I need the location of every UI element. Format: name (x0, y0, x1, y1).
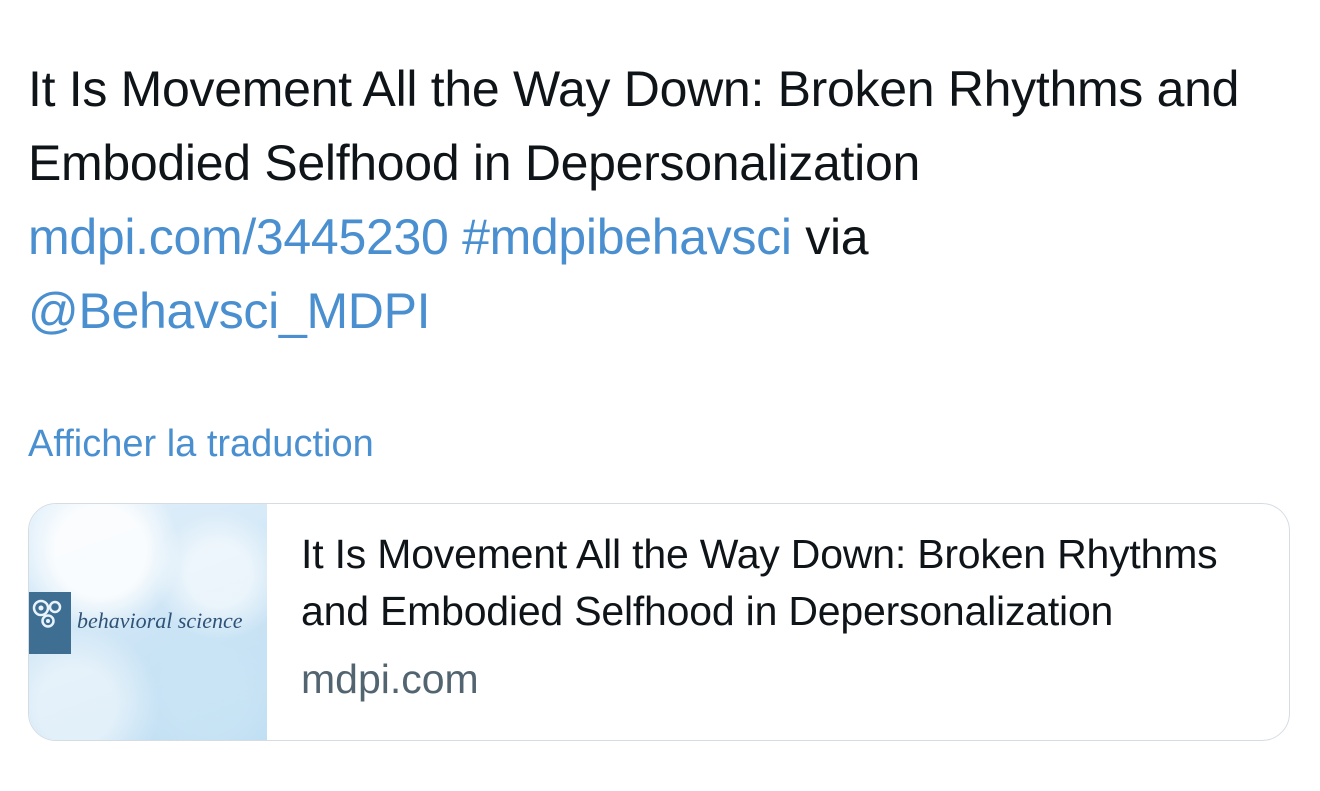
link-preview-domain: mdpi.com (301, 656, 479, 702)
journal-name: behavioral science (77, 608, 243, 633)
tweet-text: It Is Movement All the Way Down: Broken … (28, 52, 1288, 348)
link-preview-image: behavioral science (29, 504, 267, 740)
head-gears-icon (29, 592, 71, 654)
tweet-body: It Is Movement All the Way Down: Broken … (28, 61, 1240, 191)
tweet-mention[interactable]: @Behavsci_MDPI (28, 283, 431, 339)
link-preview-body: It Is Movement All the Way Down: Broken … (301, 526, 1261, 704)
link-preview-card[interactable]: behavioral science It Is Movement All th… (28, 503, 1290, 741)
link-preview-title: It Is Movement All the Way Down: Broken … (301, 531, 1218, 634)
translate-button[interactable]: Afficher la traduction (28, 420, 374, 468)
tweet-via: via (805, 209, 869, 265)
tweet-link[interactable]: mdpi.com/3445230 (28, 209, 449, 265)
tweet-hashtag[interactable]: #mdpibehavsci (462, 209, 792, 265)
